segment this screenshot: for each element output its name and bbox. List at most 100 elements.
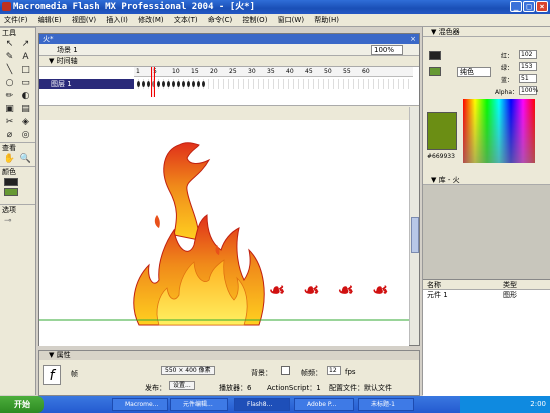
- background-color-swatch[interactable]: [281, 366, 290, 375]
- menu-window[interactable]: 窗口(W): [274, 14, 308, 27]
- tool-button-10-icon[interactable]: ▣: [2, 103, 17, 115]
- scroll-thumb[interactable]: [411, 217, 419, 253]
- menu-control[interactable]: 控制(O): [238, 14, 271, 27]
- keyframe[interactable]: [182, 81, 185, 87]
- keyframe[interactable]: [172, 81, 175, 87]
- vertical-scrollbar[interactable]: [409, 107, 419, 345]
- hex-value[interactable]: #669933: [427, 153, 455, 160]
- ruler-label: 1: [136, 68, 140, 75]
- tool-button-11-icon[interactable]: ▤: [18, 103, 33, 115]
- document-close-icon[interactable]: ×: [410, 34, 416, 44]
- title-bar[interactable]: Macromedia Flash MX Professional 2004 - …: [0, 0, 550, 14]
- tool-button-7-icon[interactable]: ▭: [18, 77, 33, 89]
- ruler-label: 30: [248, 68, 256, 75]
- task-item-4[interactable]: Adobe P...: [294, 398, 354, 411]
- blue-label: 蓝：: [501, 77, 514, 84]
- tool-button-14-icon[interactable]: ⌀: [2, 129, 17, 141]
- tool-button-6-icon[interactable]: ○: [2, 77, 17, 89]
- document-title: 火*: [43, 35, 54, 43]
- minimize-button[interactable]: _: [510, 1, 522, 12]
- keyframe[interactable]: [147, 81, 150, 87]
- menu-commands[interactable]: 命令(C): [204, 14, 236, 27]
- library-col-type[interactable]: 类型: [503, 280, 517, 290]
- alpha-input[interactable]: 100%: [519, 86, 538, 95]
- tool-button-8-icon[interactable]: ✏: [2, 90, 17, 102]
- color-preview: [427, 112, 457, 150]
- maximize-button[interactable]: □: [523, 1, 535, 12]
- snap-icon[interactable]: ⊸: [0, 214, 35, 228]
- task-item-3[interactable]: Flash8...: [234, 398, 290, 411]
- layer-row[interactable]: 图层 1: [39, 79, 134, 89]
- clock[interactable]: 2:00: [530, 400, 546, 408]
- timeline-header[interactable]: ▼ 时间轴: [39, 56, 419, 66]
- tool-button-1-icon[interactable]: ↗: [18, 38, 33, 50]
- task-item-1[interactable]: Macrome...: [112, 398, 168, 411]
- red-label: 红：: [501, 53, 514, 60]
- tool-button-12-icon[interactable]: ✂: [2, 116, 17, 128]
- start-button[interactable]: 开始: [0, 396, 44, 413]
- actionscript-version: ActionScript：1: [267, 384, 321, 392]
- fps-input[interactable]: 12: [327, 366, 341, 375]
- menu-insert[interactable]: 插入(I): [102, 14, 132, 27]
- timeline: 151015202530354045505560 图层 1: [39, 66, 419, 106]
- menu-view[interactable]: 视图(V): [68, 14, 100, 27]
- tool-button-13-icon[interactable]: ◈: [18, 116, 33, 128]
- tool-button-5-icon[interactable]: □: [18, 64, 33, 76]
- keyframe[interactable]: [197, 81, 200, 87]
- stage-glyph-text: ☙ ☙ ☙ ☙: [269, 280, 395, 301]
- close-button[interactable]: ×: [536, 1, 548, 12]
- zoom-select[interactable]: 100%: [371, 45, 403, 55]
- library-item-name: 元件 1: [427, 291, 448, 299]
- task-item-5[interactable]: 未标题-1: [358, 398, 414, 411]
- menu-modify[interactable]: 修改(M): [134, 14, 168, 27]
- tool-button-9-icon[interactable]: ◐: [18, 90, 33, 102]
- menu-file[interactable]: 文件(F): [0, 14, 32, 27]
- fill-swatch[interactable]: [429, 67, 441, 76]
- library-item[interactable]: 元件 1 图形: [423, 290, 550, 300]
- size-button[interactable]: 550 × 400 像素: [161, 366, 215, 375]
- stroke-swatch[interactable]: [429, 51, 441, 60]
- keyframe[interactable]: [162, 81, 165, 87]
- frame-track[interactable]: [134, 79, 413, 89]
- keyframe[interactable]: [157, 81, 160, 87]
- keyframe[interactable]: [192, 81, 195, 87]
- color-spectrum[interactable]: [463, 99, 535, 163]
- menu-edit[interactable]: 编辑(E): [34, 14, 66, 27]
- tool-button-15-icon[interactable]: ◎: [18, 129, 33, 141]
- ruler-label: 20: [210, 68, 218, 75]
- document-tab[interactable]: 火* ×: [39, 34, 419, 44]
- keyframe[interactable]: [137, 81, 140, 87]
- hand-tool-icon[interactable]: ✋: [2, 153, 17, 165]
- color-mixer: 纯色 红： 102 绿： 153 蓝： 51 Alpha： 100% #6699…: [423, 37, 550, 175]
- library-header[interactable]: ▼ 库 - 火: [423, 175, 550, 185]
- publish-label: 发布：: [145, 384, 166, 392]
- color-mixer-header[interactable]: ▼ 混色器: [423, 27, 550, 37]
- menu-help[interactable]: 帮助(H): [310, 14, 343, 27]
- stage[interactable]: ☙ ☙ ☙ ☙: [39, 120, 409, 346]
- keyframe[interactable]: [177, 81, 180, 87]
- tool-button-0-icon[interactable]: ↖: [2, 38, 17, 50]
- scene-label[interactable]: 场景 1: [57, 46, 78, 54]
- playhead[interactable]: [151, 67, 155, 97]
- properties-header[interactable]: ▼ 属性: [39, 351, 419, 360]
- keyframe[interactable]: [202, 81, 205, 87]
- menu-text[interactable]: 文本(T): [170, 14, 202, 27]
- fill-type-select[interactable]: 纯色: [457, 67, 491, 77]
- green-input[interactable]: 153: [519, 62, 537, 71]
- frame-ruler[interactable]: 151015202530354045505560: [134, 67, 413, 77]
- zoom-tool-icon[interactable]: 🔍: [18, 153, 33, 165]
- tool-button-2-icon[interactable]: ✎: [2, 51, 17, 63]
- red-input[interactable]: 102: [519, 50, 537, 59]
- tool-button-3-icon[interactable]: A: [18, 51, 33, 63]
- task-item-2[interactable]: 元件编辑...: [170, 398, 228, 411]
- keyframe[interactable]: [187, 81, 190, 87]
- blue-input[interactable]: 51: [519, 74, 537, 83]
- library-col-name[interactable]: 名称: [427, 280, 441, 290]
- document-window: 火* × 场景 1 100% ▼ 时间轴 1510152025303540455…: [38, 33, 420, 346]
- settings-button[interactable]: 设置...: [169, 381, 195, 390]
- keyframe[interactable]: [142, 81, 145, 87]
- tool-button-4-icon[interactable]: ╲: [2, 64, 17, 76]
- stroke-color-swatch[interactable]: [4, 178, 18, 186]
- fill-color-swatch[interactable]: [4, 188, 18, 196]
- keyframe[interactable]: [167, 81, 170, 87]
